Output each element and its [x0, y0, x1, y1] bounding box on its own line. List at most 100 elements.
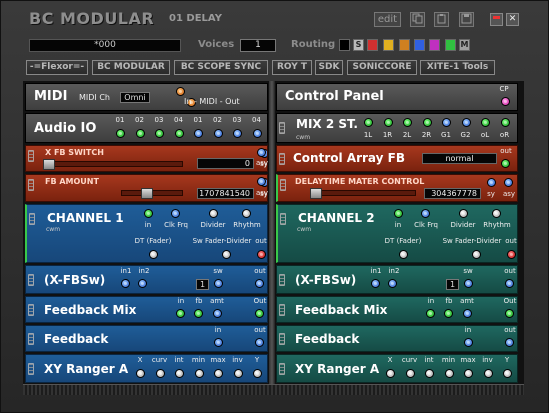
- x-fb-switch-fader-knob[interactable]: [43, 159, 55, 170]
- paste-icon[interactable]: [434, 12, 449, 27]
- fb-amount-module[interactable]: FB AMOUNT 1707841540 sy: [25, 174, 268, 202]
- audio-io-port[interactable]: [194, 129, 203, 138]
- feedback-out-port[interactable]: [255, 338, 264, 347]
- delaytime-asy-port[interactable]: [504, 178, 513, 187]
- feedback-mix-out-port[interactable]: [255, 309, 264, 318]
- x-fbsw-in1-port[interactable]: [121, 279, 130, 288]
- routing-m-button[interactable]: M: [459, 39, 470, 51]
- x-fbsw-2-module[interactable]: (X-FBSw) in1 in2 sw 1 out: [276, 265, 518, 294]
- x-fbsw-module[interactable]: (X-FBSw) in1 in2 sw 1 out: [25, 265, 268, 294]
- midi-module[interactable]: MIDI MIDI Ch Omni In - MIDI - Out: [25, 83, 268, 111]
- x-fbsw-2-sw-port[interactable]: [464, 279, 473, 288]
- control-panel-cp-port[interactable]: [501, 97, 510, 106]
- module-grip-icon[interactable]: [28, 274, 34, 286]
- routing-color-blue[interactable]: [414, 39, 425, 51]
- audio-io-port[interactable]: [213, 129, 223, 138]
- module-grip-icon[interactable]: [28, 150, 34, 162]
- module-grip-icon[interactable]: [280, 179, 286, 191]
- midi-channel-select[interactable]: Omni: [120, 92, 150, 103]
- xy-ranger-2-port[interactable]: [483, 369, 493, 378]
- feedback-mix-2-fb-port[interactable]: [444, 309, 453, 318]
- module-grip-icon[interactable]: [29, 213, 35, 225]
- feedback-mix-amt-port[interactable]: [213, 309, 222, 318]
- x-fbsw-2-in2-port[interactable]: [388, 279, 397, 288]
- xy-ranger-2-port[interactable]: [386, 369, 395, 378]
- preset-name-field[interactable]: *000: [29, 39, 181, 52]
- module-grip-icon[interactable]: [280, 213, 286, 225]
- module-grip-icon[interactable]: [28, 363, 34, 375]
- xy-ranger-port[interactable]: [214, 369, 223, 378]
- mix-2-st-port[interactable]: [422, 118, 432, 127]
- channel-2-divider-port[interactable]: [459, 209, 468, 218]
- feedback-mix-module[interactable]: Feedback Mix in fb amt Out: [25, 296, 268, 323]
- channel-1-swfd-port[interactable]: [222, 250, 231, 259]
- channel-2-module[interactable]: CHANNEL 2 cwm in Clk Frq Divider Rhythm …: [276, 204, 518, 263]
- minimize-icon[interactable]: [490, 13, 503, 26]
- xy-ranger-port[interactable]: [155, 369, 165, 378]
- xy-ranger-port[interactable]: [136, 369, 145, 378]
- routing-color-green[interactable]: [445, 39, 456, 51]
- feedback-mix-2-amt-port[interactable]: [463, 309, 472, 318]
- link-bc-modular[interactable]: BC MODULAR: [92, 60, 170, 75]
- link-bc-scope-sync[interactable]: BC SCOPE SYNC: [174, 60, 268, 75]
- x-fb-switch-fader[interactable]: [43, 161, 183, 167]
- x-fb-switch-value[interactable]: 0: [197, 158, 254, 169]
- routing-color-magenta[interactable]: [429, 39, 440, 51]
- save-icon[interactable]: [459, 12, 474, 27]
- feedback-mix-fb-port[interactable]: [194, 309, 203, 318]
- voices-field[interactable]: 1: [240, 39, 276, 52]
- x-fbsw-sw-port[interactable]: [214, 279, 223, 288]
- feedback-2-module[interactable]: Feedback in out: [276, 325, 518, 352]
- routing-color-yellow[interactable]: [383, 39, 394, 51]
- x-fbsw-out-port[interactable]: [255, 279, 264, 288]
- x-fbsw-2-value[interactable]: 1: [446, 279, 459, 290]
- mix-2-st-port[interactable]: [403, 118, 412, 127]
- module-grip-icon[interactable]: [279, 333, 285, 345]
- fb-amount-fader-knob[interactable]: [141, 188, 153, 199]
- mix-2-st-module[interactable]: MIX 2 ST. cwm 1L 1R 2L 2R G1 G2 oL oR: [276, 113, 518, 143]
- x-fbsw-2-in1-port[interactable]: [371, 279, 380, 288]
- control-panel-module[interactable]: Control Panel CP: [276, 83, 518, 111]
- control-array-fb-value[interactable]: normal: [422, 153, 497, 164]
- xy-ranger-2-port[interactable]: [405, 369, 415, 378]
- xy-ranger-2-port[interactable]: [503, 369, 512, 378]
- module-grip-icon[interactable]: [28, 333, 34, 345]
- delaytime-control-module[interactable]: DELAYTIME MATER CONTROL 304367778 sy asy: [276, 174, 518, 202]
- mix-2-st-port[interactable]: [442, 118, 451, 127]
- module-grip-icon[interactable]: [279, 122, 285, 134]
- delaytime-fader-knob[interactable]: [310, 188, 322, 199]
- feedback-in-port[interactable]: [214, 338, 223, 347]
- xy-ranger-2-port[interactable]: [464, 369, 473, 378]
- x-fbsw-in2-port[interactable]: [138, 279, 147, 288]
- routing-color-black[interactable]: [339, 39, 350, 51]
- channel-1-clkfrq-port[interactable]: [171, 209, 180, 218]
- module-grip-icon[interactable]: [279, 363, 285, 375]
- channel-1-dt-port[interactable]: [149, 250, 158, 259]
- close-icon[interactable]: ✕: [506, 13, 519, 26]
- edit-button[interactable]: edit: [374, 12, 401, 27]
- audio-io-port[interactable]: [155, 129, 164, 138]
- mix-2-st-port[interactable]: [461, 118, 471, 127]
- routing-s-button[interactable]: S: [353, 39, 364, 51]
- feedback-2-out-port[interactable]: [505, 338, 514, 347]
- channel-2-dt-port[interactable]: [399, 250, 408, 259]
- copy-icon[interactable]: [410, 12, 425, 27]
- channel-2-in-port[interactable]: [394, 209, 403, 218]
- module-grip-icon[interactable]: [28, 179, 34, 191]
- delaytime-sy-port[interactable]: [487, 178, 496, 187]
- link-xite1-tools[interactable]: XITE-1 Tools: [420, 60, 495, 75]
- link-soniccore[interactable]: SONICCORE: [347, 60, 417, 75]
- audio-io-port[interactable]: [135, 129, 145, 138]
- routing-color-red[interactable]: [367, 39, 378, 51]
- feedback-2-in-port[interactable]: [464, 338, 473, 347]
- feedback-mix-in-port[interactable]: [176, 309, 185, 318]
- module-grip-icon[interactable]: [28, 304, 34, 316]
- xy-ranger-2-port[interactable]: [425, 369, 434, 378]
- xy-ranger-port[interactable]: [175, 369, 184, 378]
- channel-2-rhythm-port[interactable]: [492, 209, 501, 218]
- module-grip-icon[interactable]: [279, 274, 285, 286]
- channel-1-in-port[interactable]: [144, 209, 153, 218]
- channel-2-out-port[interactable]: [507, 250, 516, 259]
- control-array-fb-module[interactable]: Control Array FB normal out: [276, 145, 518, 172]
- xy-ranger-module[interactable]: XY Ranger A Xcurv int min max inv Y: [25, 354, 268, 383]
